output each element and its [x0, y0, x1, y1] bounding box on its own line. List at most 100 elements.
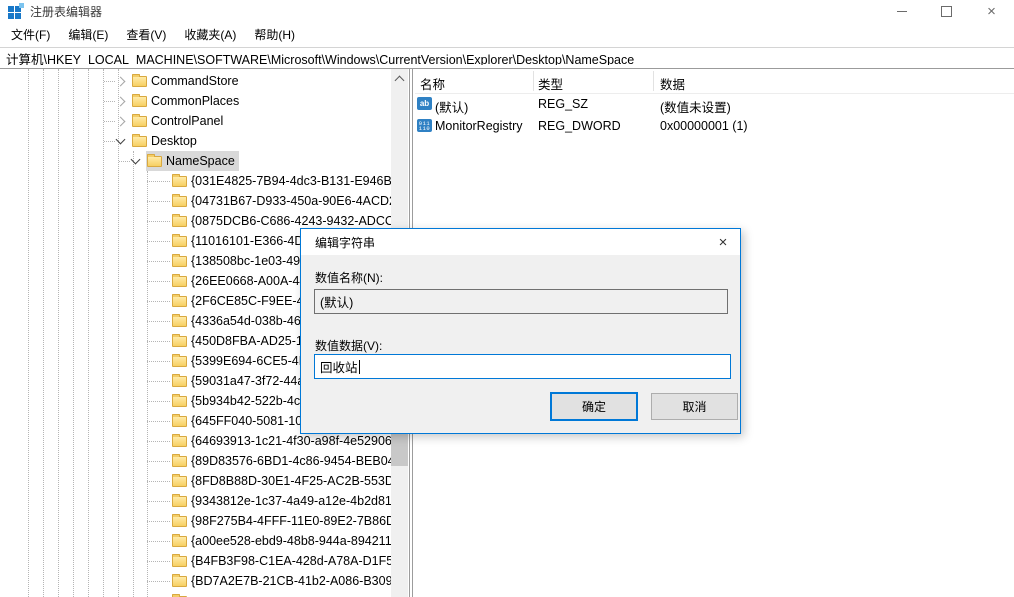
folder-icon — [172, 196, 187, 207]
tree-connector — [147, 381, 170, 382]
chevron-down-icon[interactable] — [116, 135, 126, 145]
tree-item[interactable]: {B4FB3F98-C1EA-428d-A78A-D1F56 — [171, 551, 391, 571]
window-titlebar: 注册表编辑器 × — [0, 0, 1014, 22]
folder-icon — [172, 536, 187, 547]
chevron-right-icon[interactable] — [116, 117, 126, 127]
tree-connector — [104, 81, 115, 82]
text-caret — [359, 360, 360, 374]
folder-icon — [172, 416, 187, 427]
value-type: REG_DWORD — [538, 119, 621, 133]
column-separator[interactable] — [533, 71, 534, 91]
maximize-button[interactable] — [924, 0, 969, 22]
tree-item[interactable]: {645FF040-5081-101 — [171, 411, 313, 431]
list-header: 名称 类型 数据 — [415, 69, 1014, 94]
folder-icon — [172, 556, 187, 567]
tree-item[interactable]: {89D83576-6BD1-4c86-9454-BEB04 — [171, 451, 391, 471]
tree-row: CommonPlaces — [0, 91, 391, 111]
menu-item-file[interactable]: 文件(F) — [2, 22, 59, 47]
tree-item[interactable]: {a00ee528-ebd9-48b8-944a-894211 — [171, 531, 391, 551]
tree-item[interactable]: CommonPlaces — [131, 91, 243, 111]
dialog-titlebar[interactable]: 编辑字符串 × — [301, 229, 740, 255]
tree-item[interactable]: {450D8FBA-AD25-11 — [171, 331, 313, 351]
cancel-button[interactable]: 取消 — [651, 393, 738, 420]
string-value-icon: ab — [417, 97, 432, 110]
tree-connector — [147, 361, 170, 362]
value-name: (默认) — [435, 97, 468, 116]
folder-icon — [172, 296, 187, 307]
menu-item-favorites[interactable]: 收藏夹(A) — [175, 22, 245, 47]
folder-icon — [172, 176, 187, 187]
tree-item-label: {89D83576-6BD1-4c86-9454-BEB04 — [191, 454, 391, 468]
tree-item-label: {8FD8B88D-30E1-4F25-AC2B-553D3 — [191, 474, 391, 488]
tree-item[interactable]: {04731B67-D933-450a-90E6-4ACD2 — [171, 191, 391, 211]
tree-item[interactable]: {BD7A2E7B-21CB-41b2-A086-B3096 — [171, 571, 391, 591]
tree-item[interactable]: Desktop — [131, 131, 201, 151]
column-header-type[interactable]: 类型 — [538, 74, 563, 93]
close-button[interactable]: × — [969, 0, 1014, 22]
tree-item[interactable]: ControlPanel — [131, 111, 227, 131]
tree-item[interactable]: CommandStore — [131, 71, 243, 91]
tree-item[interactable]: {5b934b42-522b-4c — [171, 391, 304, 411]
value-name-text: (默认) — [320, 292, 353, 311]
tree-connector — [147, 201, 170, 202]
column-separator[interactable] — [653, 71, 654, 91]
value-row[interactable]: 011110MonitorRegistryREG_DWORD0x00000001… — [415, 115, 1014, 137]
tree-item[interactable]: {26EE0668-A00A-44 — [171, 271, 310, 291]
tree-row: {8FD8B88D-30E1-4F25-AC2B-553D3 — [0, 471, 391, 491]
tree-item[interactable]: {138508bc-1e03-49e — [171, 251, 311, 271]
menu-item-view[interactable]: 查看(V) — [117, 22, 175, 47]
registry-editor-icon — [8, 4, 23, 19]
tree-item[interactable]: NameSpace — [146, 151, 239, 171]
tree-connector — [147, 521, 170, 522]
tree-connector — [147, 481, 170, 482]
scroll-up-icon[interactable] — [395, 76, 405, 86]
column-header-data[interactable]: 数据 — [660, 74, 685, 93]
tree-connector — [147, 181, 170, 182]
close-icon: × — [719, 234, 728, 251]
address-input[interactable] — [0, 51, 1014, 65]
menu-bar: 文件(F)编辑(E)查看(V)收藏夹(A)帮助(H) — [0, 22, 1014, 47]
tree-item-label: {0875DCB6-C686-4243-9432-ADCCF — [191, 214, 391, 228]
value-data-text: 回收站 — [320, 357, 358, 376]
folder-icon — [132, 116, 147, 127]
ok-button[interactable]: 确定 — [550, 392, 638, 421]
chevron-down-icon[interactable] — [131, 155, 141, 165]
tree-item[interactable]: {4336a54d-038b-46 — [171, 311, 305, 331]
tree-connector — [147, 441, 170, 442]
address-bar — [0, 47, 1014, 69]
tree-row — [0, 591, 391, 597]
tree-item[interactable]: {031E4825-7B94-4dc3-B131-E946B4 — [171, 171, 391, 191]
tree-item-label: {98F275B4-4FFF-11E0-89E2-7B86DF — [191, 514, 391, 528]
tree-item-label: NameSpace — [166, 154, 235, 168]
tree-row: {89D83576-6BD1-4c86-9454-BEB04 — [0, 451, 391, 471]
chevron-right-icon[interactable] — [116, 97, 126, 107]
tree-item[interactable]: {59031a47-3f72-44a — [171, 371, 308, 391]
tree-item[interactable]: {9343812e-1c37-4a49-a12e-4b2d81 — [171, 491, 391, 511]
tree-row: {9343812e-1c37-4a49-a12e-4b2d81 — [0, 491, 391, 511]
column-header-name[interactable]: 名称 — [420, 74, 445, 93]
minimize-button[interactable] — [879, 0, 924, 22]
edit-string-dialog: 编辑字符串 × 数值名称(N): (默认) 数值数据(V): 回收站 确定 取消 — [300, 228, 741, 434]
tree-item[interactable]: {98F275B4-4FFF-11E0-89E2-7B86DF — [171, 511, 391, 531]
value-name-input[interactable]: (默认) — [314, 289, 728, 314]
tree-row: {B4FB3F98-C1EA-428d-A78A-D1F56 — [0, 551, 391, 571]
tree-item-label: {64693913-1c21-4f30-a98f-4e52906 — [191, 434, 391, 448]
folder-icon — [172, 516, 187, 527]
chevron-right-icon[interactable] — [116, 77, 126, 87]
value-data-input[interactable]: 回收站 — [314, 354, 731, 379]
menu-item-edit[interactable]: 编辑(E) — [59, 22, 117, 47]
tree-item[interactable]: {64693913-1c21-4f30-a98f-4e52906 — [171, 431, 391, 451]
tree-item[interactable]: {11016101-E366-4D2 — [171, 231, 314, 251]
tree-item[interactable]: {5399E694-6CE5-4D — [171, 351, 312, 371]
folder-icon — [172, 496, 187, 507]
dword-value-icon: 011110 — [417, 119, 432, 132]
minimize-icon — [897, 11, 907, 12]
folder-icon — [172, 356, 187, 367]
tree-item[interactable] — [171, 591, 191, 597]
tree-item[interactable]: {8FD8B88D-30E1-4F25-AC2B-553D3 — [171, 471, 391, 491]
value-row[interactable]: ab(默认)REG_SZ(数值未设置) — [415, 93, 1014, 115]
menu-item-help[interactable]: 帮助(H) — [245, 22, 304, 47]
tree-connector — [147, 341, 170, 342]
tree-item-label: {5b934b42-522b-4c — [191, 394, 300, 408]
dialog-close-button[interactable]: × — [706, 229, 740, 255]
